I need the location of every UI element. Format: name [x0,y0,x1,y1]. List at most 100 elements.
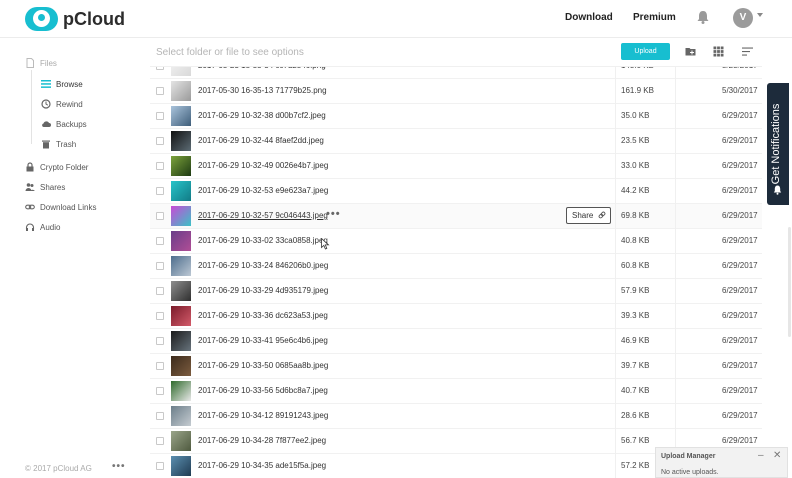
file-thumbnail[interactable] [171,131,191,151]
file-row[interactable]: 2017-05-30 16-35-13 71779b25.png 161.9 KB… [150,79,762,104]
column-divider [615,304,616,329]
row-checkbox[interactable] [156,312,164,320]
file-name[interactable]: 2017-06-29 10-34-12 89191243.jpeg [198,411,328,420]
file-thumbnail[interactable] [171,106,191,126]
avatar[interactable]: V [733,8,753,28]
file-row[interactable]: 2017-06-29 10-32-53 e9e623a7.jpeg 44.2 KB… [150,179,762,204]
file-size: 56.7 KB [621,436,650,445]
file-row[interactable]: 2017-06-29 10-32-38 d00b7cf2.jpeg 35.0 KB… [150,104,762,129]
file-row[interactable]: 2017-06-29 10-33-41 95e6c4b6.jpeg 46.9 KB… [150,329,762,354]
close-button[interactable]: ✕ [773,450,781,461]
file-name[interactable]: 2017-06-29 10-33-02 33ca0858.jpeg [198,236,328,245]
row-checkbox[interactable] [156,362,164,370]
sidebar-more-button[interactable]: ••• [112,461,126,472]
file-name[interactable]: 2017-06-29 10-34-35 ade15f5a.jpeg [198,461,326,470]
sidebar-item-backups[interactable]: Backups [41,119,87,129]
new-folder-icon[interactable] [685,46,696,57]
sidebar-item-rewind[interactable]: Rewind [41,99,83,109]
file-row[interactable]: 2017-06-29 10-33-29 4d935179.jpeg 57.9 KB… [150,279,762,304]
file-size: 57.9 KB [621,286,650,295]
scroll-thumb[interactable] [788,227,791,337]
pcloud-logo[interactable]: pCloud [25,7,125,31]
file-name[interactable]: 2017-06-29 10-32-53 e9e623a7.jpeg [198,186,328,195]
file-thumbnail[interactable] [171,431,191,451]
file-row[interactable]: 2017-06-29 10-33-02 33ca0858.jpeg 40.8 KB… [150,229,762,254]
file-size: 161.9 KB [621,86,654,95]
file-row[interactable]: 2017-06-29 10-34-12 89191243.jpeg 28.6 KB… [150,404,762,429]
minimize-button[interactable]: – [758,450,764,461]
row-checkbox[interactable] [156,162,164,170]
file-name[interactable]: 2017-06-29 10-33-56 5d6bc8a7.jpeg [198,386,328,395]
pcloud-logo-icon [25,7,58,31]
row-more-button[interactable]: ••• [326,208,341,220]
file-name[interactable]: 2017-06-29 10-32-57 9c046443.jpeg [198,211,328,220]
upload-button[interactable]: Upload [621,43,670,60]
sidebar-item-files[interactable]: Files [25,58,57,68]
file-thumbnail[interactable] [171,356,191,376]
file-thumbnail[interactable] [171,381,191,401]
file-thumbnail[interactable] [171,181,191,201]
sidebar-item-download-links[interactable]: Download Links [25,202,96,212]
row-checkbox[interactable] [156,237,164,245]
file-row[interactable]: 2017-06-29 10-33-50 0685aa8b.jpeg 39.7 KB… [150,354,762,379]
file-thumbnail[interactable] [171,206,191,226]
row-checkbox[interactable] [156,287,164,295]
file-date: 6/29/2017 [722,386,758,395]
file-thumbnail[interactable] [171,456,191,476]
column-divider [675,104,676,129]
file-row[interactable]: 2017-06-29 10-32-57 9c046443.jpeg ••• Shar… [150,204,762,229]
file-thumbnail[interactable] [171,156,191,176]
file-thumbnail[interactable] [171,306,191,326]
file-row[interactable]: 2017-06-29 10-32-44 8faef2dd.jpeg 23.5 KB… [150,129,762,154]
file-name[interactable]: 2017-06-29 10-33-50 0685aa8b.jpeg [198,361,328,370]
row-checkbox[interactable] [156,337,164,345]
top-header: pCloud Download Premium V [0,0,792,38]
sidebar-item-audio[interactable]: Audio [25,222,60,232]
cloud-icon [42,121,51,127]
share-button[interactable]: Share [566,207,611,224]
file-name[interactable]: 2017-06-29 10-33-36 dc623a53.jpeg [198,311,328,320]
bell-icon[interactable] [697,10,709,24]
file-thumbnail[interactable] [171,256,191,276]
file-thumbnail[interactable] [171,331,191,351]
row-checkbox[interactable] [156,112,164,120]
sort-icon[interactable] [742,46,753,57]
sidebar-item-trash[interactable]: Trash [41,139,76,149]
row-checkbox[interactable] [156,212,164,220]
row-checkbox[interactable] [156,187,164,195]
row-checkbox[interactable] [156,262,164,270]
chevron-down-icon[interactable] [757,13,763,17]
row-checkbox[interactable] [156,137,164,145]
sidebar-item-crypto-folder[interactable]: Crypto Folder [25,162,88,172]
file-thumbnail[interactable] [171,406,191,426]
file-name[interactable]: 2017-06-29 10-32-44 8faef2dd.jpeg [198,136,324,145]
row-checkbox[interactable] [156,412,164,420]
file-name[interactable]: 2017-06-29 10-32-38 d00b7cf2.jpeg [198,111,326,120]
file-name[interactable]: 2017-06-29 10-32-49 0026e4b7.jpeg [198,161,328,170]
grid-view-icon[interactable] [713,46,724,57]
file-row[interactable]: 2017-06-29 10-32-49 0026e4b7.jpeg 33.0 KB… [150,154,762,179]
search-input[interactable] [156,44,576,60]
file-row[interactable]: 2017-06-29 10-33-36 dc623a53.jpeg 39.3 KB… [150,304,762,329]
row-checkbox[interactable] [156,437,164,445]
download-link[interactable]: Download [565,12,613,23]
sidebar-item-browse[interactable]: Browse [41,79,83,89]
file-thumbnail[interactable] [171,231,191,251]
sidebar-item-shares[interactable]: Shares [25,182,65,192]
sidebar-item-label: Files [40,58,57,68]
file-name[interactable]: 2017-06-29 10-33-29 4d935179.jpeg [198,286,328,295]
file-name[interactable]: 2017-06-29 10-33-24 846206b0.jpeg [198,261,328,270]
file-thumbnail[interactable] [171,281,191,301]
row-checkbox[interactable] [156,387,164,395]
file-name[interactable]: 2017-05-30 16-35-13 71779b25.png [198,86,327,95]
file-name[interactable]: 2017-06-29 10-34-28 7f877ee2.jpeg [198,436,326,445]
row-checkbox[interactable] [156,462,164,470]
premium-link[interactable]: Premium [633,12,676,23]
column-divider [615,129,616,154]
file-thumbnail[interactable] [171,81,191,101]
file-name[interactable]: 2017-06-29 10-33-41 95e6c4b6.jpeg [198,336,328,345]
row-checkbox[interactable] [156,87,164,95]
file-row[interactable]: 2017-06-29 10-33-56 5d6bc8a7.jpeg 40.7 KB… [150,379,762,404]
get-notifications-tab[interactable]: Get Notifications [767,83,789,205]
file-row[interactable]: 2017-06-29 10-33-24 846206b0.jpeg 60.8 KB… [150,254,762,279]
